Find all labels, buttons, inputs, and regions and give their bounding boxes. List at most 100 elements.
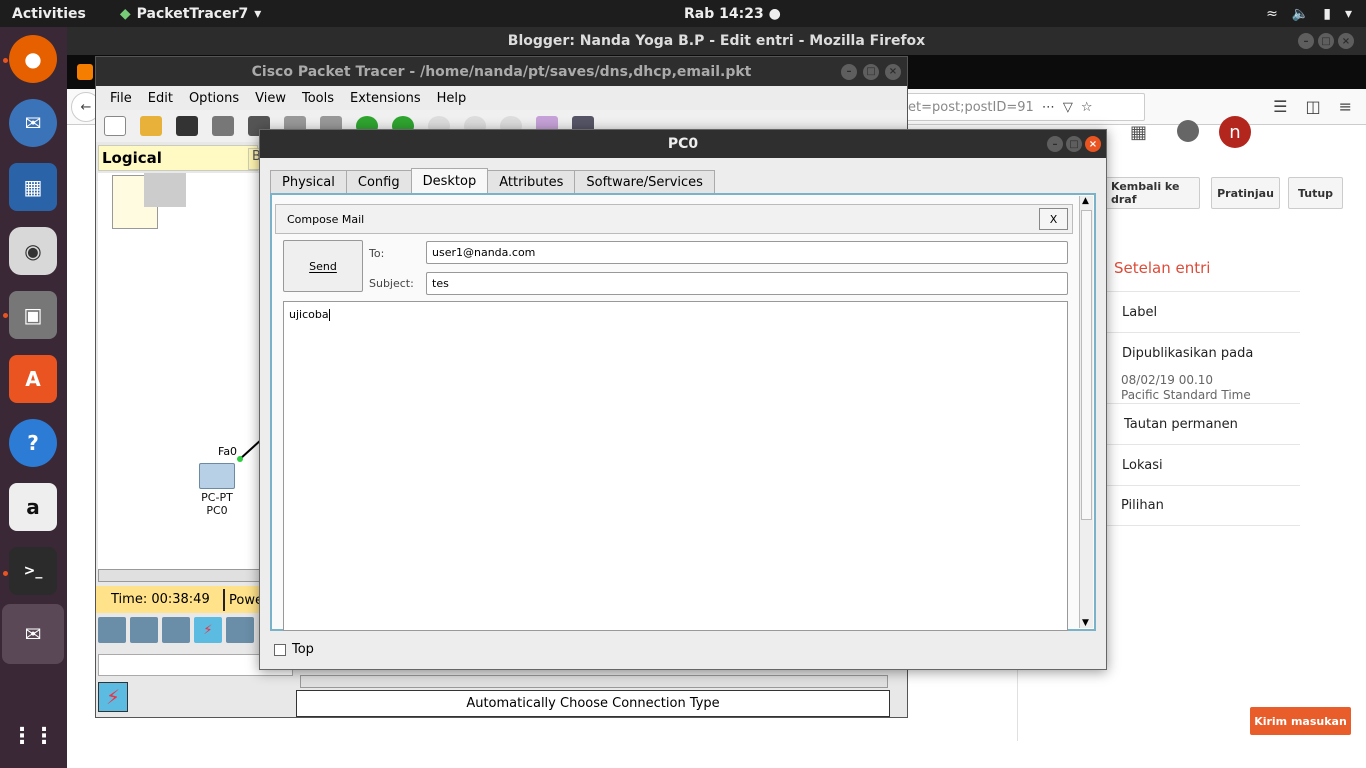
pc0-title: PC0 bbox=[667, 136, 699, 152]
amazon-icon[interactable]: a bbox=[9, 483, 57, 531]
menu-tools[interactable]: Tools bbox=[294, 91, 342, 106]
avatar[interactable]: n bbox=[1219, 116, 1251, 148]
packet-tracer-app-icon: ◆ bbox=[119, 5, 131, 22]
subject-input[interactable]: tes bbox=[426, 272, 1068, 295]
tab-config[interactable]: Config bbox=[345, 170, 412, 193]
components-icon[interactable] bbox=[162, 617, 190, 643]
system-tray[interactable]: ≈ 🔈 ▮ ▾ bbox=[1266, 6, 1352, 22]
ubuntu-software-icon[interactable]: A bbox=[9, 355, 57, 403]
libreoffice-impress-icon[interactable]: ▦ bbox=[9, 163, 57, 211]
connection-type-label: Automatically Choose Connection Type bbox=[296, 690, 890, 717]
firefox-title-bar: Blogger: Nanda Yoga B.P - Edit entri - M… bbox=[67, 27, 1366, 55]
tab-physical[interactable]: Physical bbox=[270, 170, 347, 193]
workspace-horizontal-scrollbar[interactable] bbox=[98, 569, 260, 582]
logical-label: Logical bbox=[102, 149, 162, 167]
to-value: user1@nanda.com bbox=[432, 246, 536, 259]
ubuntu-top-bar: Activities ◆ PacketTracer7 ▾ Rab 14:23 ●… bbox=[0, 0, 1366, 27]
running-indicator bbox=[3, 313, 8, 318]
menu-options[interactable]: Options bbox=[181, 91, 247, 106]
clock[interactable]: Rab 14:23 ● bbox=[684, 6, 781, 22]
revert-label: Kembali ke draf bbox=[1111, 180, 1180, 206]
auto-connection-icon[interactable]: ⚡ bbox=[98, 682, 128, 712]
maximize-icon[interactable]: □ bbox=[1318, 33, 1334, 49]
misc-icon[interactable] bbox=[226, 617, 254, 643]
pt-menu-bar: File Edit Options View Tools Extensions … bbox=[96, 86, 907, 110]
time-text: Time: 00:38:49 bbox=[111, 592, 210, 607]
menu-help[interactable]: Help bbox=[429, 91, 475, 106]
close-icon[interactable]: × bbox=[885, 63, 901, 80]
send-mail-button[interactable]: Send bbox=[283, 240, 363, 292]
mail-body-text: ujicoba bbox=[289, 308, 329, 321]
preview-button[interactable]: Pratinjau bbox=[1211, 177, 1280, 209]
save-icon[interactable] bbox=[176, 116, 198, 136]
connections-icon[interactable]: ⚡ bbox=[194, 617, 222, 643]
minimize-icon[interactable]: – bbox=[1047, 136, 1063, 152]
print-icon[interactable] bbox=[212, 116, 234, 136]
close-label: Tutup bbox=[1297, 186, 1334, 200]
activities-button[interactable]: Activities bbox=[12, 6, 86, 22]
maximize-icon[interactable]: □ bbox=[863, 63, 879, 80]
window-title: Blogger: Nanda Yoga B.P - Edit entri - M… bbox=[507, 33, 926, 49]
subject-label: Subject: bbox=[369, 277, 414, 290]
checkbox-box[interactable] bbox=[274, 643, 286, 656]
help-icon[interactable]: ? bbox=[9, 419, 57, 467]
scroll-up-icon[interactable]: ▲ bbox=[1082, 196, 1089, 206]
send-feedback-button[interactable]: Kirim masukan bbox=[1250, 707, 1351, 735]
scrollbar-thumb[interactable] bbox=[1081, 210, 1092, 520]
new-file-icon[interactable] bbox=[104, 116, 126, 136]
apps-grid-icon[interactable]: ▦ bbox=[1130, 122, 1147, 143]
maximize-icon[interactable]: □ bbox=[1066, 136, 1082, 152]
compose-close-button[interactable]: X bbox=[1039, 208, 1068, 230]
packet-tracer-icon[interactable]: ✉ bbox=[2, 604, 64, 664]
chevron-down-icon: ▾ bbox=[254, 5, 262, 22]
firefox-icon[interactable]: ● bbox=[9, 35, 57, 83]
chevron-down-icon: ▾ bbox=[1344, 5, 1352, 22]
settings-title: Setelan entri bbox=[1114, 259, 1211, 277]
logical-tab[interactable]: Logical bbox=[98, 145, 258, 171]
sidebar-icon[interactable]: ◫ bbox=[1305, 97, 1320, 116]
notifications-bell-icon[interactable] bbox=[1177, 120, 1199, 142]
tab-software-services[interactable]: Software/Services bbox=[574, 170, 715, 193]
menu-file[interactable]: File bbox=[102, 91, 140, 106]
connection-type-text: Automatically Choose Connection Type bbox=[466, 696, 720, 711]
top-checkbox-label: Top bbox=[292, 642, 314, 657]
menu-edit[interactable]: Edit bbox=[140, 91, 181, 106]
revert-to-draft-button[interactable]: Kembali ke draf bbox=[1100, 177, 1200, 209]
power-cycle-tab[interactable]: Powe bbox=[223, 589, 263, 611]
options-text: Pilihan bbox=[1121, 498, 1164, 513]
top-checkbox[interactable]: Top bbox=[274, 642, 314, 657]
menu-view[interactable]: View bbox=[247, 91, 294, 106]
pc0-node[interactable]: PC-PT PC0 bbox=[192, 457, 242, 521]
location-text: Lokasi bbox=[1122, 457, 1163, 473]
close-icon[interactable]: × bbox=[1085, 136, 1101, 152]
close-button[interactable]: Tutup bbox=[1288, 177, 1343, 209]
blogger-tab-icon[interactable] bbox=[77, 64, 93, 80]
tab-attributes[interactable]: Attributes bbox=[487, 170, 576, 193]
network-devices-icon[interactable] bbox=[98, 617, 126, 643]
scroll-down-icon[interactable]: ▼ bbox=[1082, 618, 1089, 628]
app-menu-label: PacketTracer7 bbox=[136, 5, 249, 22]
notification-dot-icon: ● bbox=[768, 5, 781, 22]
to-input[interactable]: user1@nanda.com bbox=[426, 241, 1068, 264]
desktop-vertical-scrollbar[interactable]: ▲ ▼ bbox=[1079, 196, 1093, 628]
terminal-icon[interactable]: >_ bbox=[9, 547, 57, 595]
volume-icon: 🔈 bbox=[1291, 5, 1310, 22]
open-folder-icon[interactable] bbox=[140, 116, 162, 136]
close-icon[interactable]: × bbox=[1338, 33, 1354, 49]
minimize-icon[interactable]: – bbox=[841, 63, 857, 80]
url-text: et=post;postID=91 bbox=[908, 99, 1034, 115]
tab-desktop[interactable]: Desktop bbox=[410, 168, 489, 193]
show-apps-icon[interactable]: ⋮⋮ bbox=[9, 712, 57, 760]
files-icon[interactable]: ▣ bbox=[9, 291, 57, 339]
hamburger-menu-icon[interactable]: ≡ bbox=[1339, 97, 1352, 116]
to-label: To: bbox=[369, 247, 385, 260]
minimize-icon[interactable]: – bbox=[1298, 33, 1314, 49]
mail-body-textarea[interactable]: ujicoba bbox=[283, 301, 1068, 631]
rhythmbox-icon[interactable]: ◉ bbox=[9, 227, 57, 275]
send-mail-label: Send bbox=[309, 259, 337, 273]
end-devices-icon[interactable] bbox=[130, 617, 158, 643]
device-list-horizontal-scrollbar[interactable] bbox=[300, 675, 888, 688]
menu-extensions[interactable]: Extensions bbox=[342, 91, 429, 106]
thunderbird-icon[interactable]: ✉ bbox=[9, 99, 57, 147]
app-menu[interactable]: ◆ PacketTracer7 ▾ bbox=[120, 6, 261, 22]
